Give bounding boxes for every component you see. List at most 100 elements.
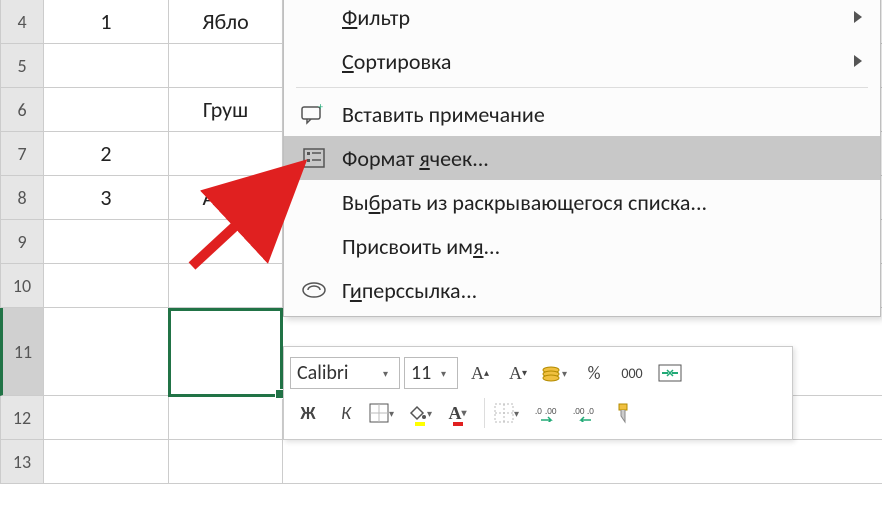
cell[interactable]: [169, 44, 283, 88]
menu-label: Фильтр: [342, 4, 410, 31]
cell[interactable]: [44, 264, 169, 308]
blank-icon: [296, 3, 332, 31]
cell[interactable]: [44, 88, 169, 132]
svg-text:.0: .0: [587, 406, 594, 417]
comment-icon: +: [296, 100, 332, 128]
row-header[interactable]: 12: [0, 396, 44, 440]
menu-insert-comment[interactable]: + Вставить примечание: [284, 92, 880, 136]
increase-decimal-icon: .0.00: [535, 404, 559, 422]
chevron-down-icon: ▾: [383, 367, 393, 380]
borders-icon: [369, 403, 389, 423]
svg-text:.00: .00: [545, 406, 557, 417]
cell[interactable]: Апел: [169, 176, 283, 220]
menu-filter[interactable]: Фильтр: [284, 0, 880, 39]
percent-format-button[interactable]: %: [576, 355, 612, 391]
column-a: 1 2 3: [44, 0, 169, 484]
chevron-down-icon: ▾: [441, 367, 451, 380]
row-header-column: 4 5 6 7 8 9 10 11 12 13: [0, 0, 44, 484]
bucket-icon: [407, 403, 427, 423]
font-size-value: 11: [411, 361, 431, 385]
color-swatch: [453, 422, 463, 426]
format-painter-button[interactable]: [605, 395, 641, 431]
separator: [484, 398, 485, 428]
menu-format-cells[interactable]: Формат ячеек...: [284, 136, 880, 180]
row-header[interactable]: 6: [0, 88, 44, 132]
paintbrush-icon: [613, 402, 633, 424]
fill-color-button[interactable]: ▾: [404, 395, 440, 431]
decrease-decimal-icon: .00.0: [573, 404, 597, 422]
font-size-combo[interactable]: 11 ▾: [404, 357, 458, 389]
menu-define-name[interactable]: Присвоить имя...: [284, 224, 880, 268]
borders-button[interactable]: ▾: [366, 395, 402, 431]
bold-button[interactable]: Ж: [290, 395, 326, 431]
cell[interactable]: [44, 308, 169, 396]
cell[interactable]: Ябло: [169, 0, 283, 44]
chevron-down-icon: ▾: [462, 408, 472, 419]
menu-hyperlink[interactable]: Гиперссылка...: [284, 268, 880, 312]
mini-toolbar: Calibri ▾ 11 ▾ A▴ A▾ ▾ % 000 Ж К ▾ ▾: [283, 346, 793, 440]
menu-label: Выбрать из раскрывающегося списка...: [342, 189, 707, 216]
menu-label: Формат ячеек...: [342, 145, 489, 172]
row-header[interactable]: 4: [0, 0, 44, 44]
cell[interactable]: [169, 440, 283, 484]
increase-font-button[interactable]: A▴: [462, 355, 498, 391]
decrease-decimal-button[interactable]: .00.0: [567, 395, 603, 431]
row-header[interactable]: 13: [0, 440, 44, 484]
cell[interactable]: [169, 220, 283, 264]
accounting-format-button[interactable]: ▾: [538, 355, 574, 391]
chevron-right-icon: [854, 55, 862, 67]
cell[interactable]: Груш: [169, 88, 283, 132]
cell[interactable]: [44, 396, 169, 440]
svg-text:.00: .00: [573, 406, 585, 417]
increase-decimal-button[interactable]: .0.00: [529, 395, 565, 431]
chevron-down-icon: ▾: [389, 407, 399, 420]
cell[interactable]: [44, 220, 169, 264]
merge-center-button[interactable]: [652, 355, 688, 391]
row-header[interactable]: 7: [0, 132, 44, 176]
blank-icon: [296, 188, 332, 216]
menu-label: Гиперссылка...: [342, 277, 477, 304]
font-name-combo[interactable]: Calibri ▾: [290, 357, 400, 389]
cell[interactable]: 3: [44, 176, 169, 220]
decrease-font-button[interactable]: A▾: [500, 355, 536, 391]
menu-pick-from-list[interactable]: Выбрать из раскрывающегося списка...: [284, 180, 880, 224]
toolbar-row-2: Ж К ▾ ▾ A ▾ ▾ .0.00 .00.0: [290, 393, 786, 433]
cell[interactable]: [44, 440, 169, 484]
context-menu: Фильтр Сортировка + Вставить примечание …: [283, 0, 881, 317]
row-header[interactable]: 5: [0, 44, 44, 88]
menu-separator: [296, 87, 868, 88]
row-header[interactable]: 9: [0, 220, 44, 264]
comma-format-button[interactable]: 000: [614, 355, 650, 391]
column-b: Ябло Груш Апел: [169, 0, 283, 484]
cell[interactable]: [44, 44, 169, 88]
row-header[interactable]: 10: [0, 264, 44, 308]
cell[interactable]: 1: [44, 0, 169, 44]
cell[interactable]: [169, 396, 283, 440]
money-icon: [540, 363, 562, 383]
blank-icon: [296, 232, 332, 260]
grid-icon: [494, 403, 514, 423]
chevron-down-icon: ▾: [514, 407, 524, 420]
cell[interactable]: [169, 264, 283, 308]
menu-label: Вставить примечание: [342, 101, 545, 128]
cell[interactable]: 2: [44, 132, 169, 176]
row-header[interactable]: 8: [0, 176, 44, 220]
menu-label: Сортировка: [342, 48, 451, 75]
cell[interactable]: [169, 132, 283, 176]
menu-label: Присвоить имя...: [342, 233, 500, 260]
merge-icon: [658, 364, 682, 382]
cell-selected[interactable]: [169, 308, 283, 396]
svg-text:.0: .0: [535, 406, 542, 417]
font-name-value: Calibri: [297, 361, 349, 385]
font-color-button[interactable]: A ▾: [442, 395, 478, 431]
toolbar-row-1: Calibri ▾ 11 ▾ A▴ A▾ ▾ % 000: [290, 353, 786, 393]
chevron-down-icon: ▾: [427, 407, 437, 420]
cell[interactable]: [283, 440, 882, 484]
chevron-down-icon: ▾: [562, 367, 572, 380]
borders-all-button[interactable]: ▾: [491, 395, 527, 431]
menu-sort[interactable]: Сортировка: [284, 39, 880, 83]
chevron-right-icon: [854, 11, 862, 23]
hyperlink-icon: [296, 276, 332, 304]
italic-button[interactable]: К: [328, 395, 364, 431]
row-header-selected[interactable]: 11: [0, 308, 44, 396]
